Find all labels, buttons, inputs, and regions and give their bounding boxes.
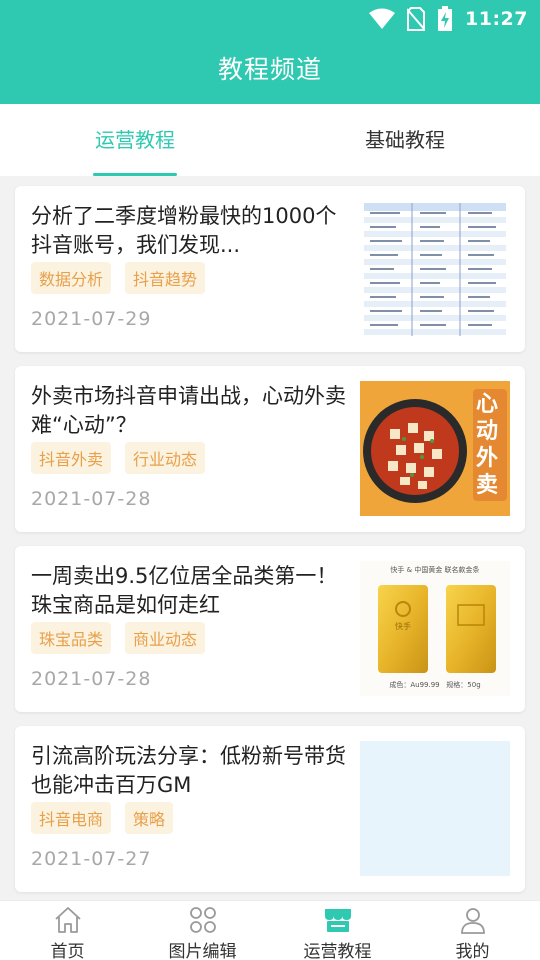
article-date: 2021-07-27 (31, 848, 152, 870)
tag-list: 数据分析 抖音趋势 (31, 262, 206, 294)
tab-operation-tutorial[interactable]: 运营教程 (0, 104, 270, 176)
article-thumbnail-food: 心动外卖 (360, 381, 510, 516)
article-card[interactable]: 引流高阶玩法分享：低粉新号带货也能冲击百万GM 抖音电商 策略 2021-07-… (15, 726, 525, 892)
article-date: 2021-07-28 (31, 668, 152, 690)
shop-icon (324, 909, 351, 932)
nav-image-edit[interactable]: 图片编辑 (135, 901, 270, 960)
nav-label: 我的 (455, 942, 490, 960)
tab-basic-tutorial[interactable]: 基础教程 (270, 104, 540, 176)
grid-icon (189, 907, 216, 933)
tag: 抖音电商 (31, 802, 112, 834)
user-icon (460, 908, 485, 934)
article-thumbnail-data-table (360, 201, 510, 336)
nav-operation-tutorial[interactable]: 运营教程 (270, 901, 405, 960)
tab-bar: 运营教程 基础教程 (0, 104, 540, 176)
article-title: 外卖市场抖音申请出战，心动外卖难“心动”？ (31, 384, 346, 437)
tag: 抖音外卖 (31, 442, 112, 474)
tag-list: 抖音电商 策略 (31, 802, 174, 834)
tag: 行业动态 (125, 442, 206, 474)
article-thumbnail-placeholder (360, 741, 510, 876)
tag: 商业动态 (125, 622, 206, 654)
nav-home[interactable]: 首页 (0, 901, 135, 960)
status-time: 11:27 (465, 8, 528, 30)
thumbnail-footer: 成色：Au99.99 规格：50g (389, 681, 481, 689)
article-card[interactable]: 外卖市场抖音申请出战，心动外卖难“心动”？ 抖音外卖 行业动态 2021-07-… (15, 366, 525, 532)
nav-label: 运营教程 (303, 942, 372, 960)
article-title: 一周卖出9.5亿位居全品类第一！珠宝商品是如何走红 (31, 564, 338, 617)
tag: 珠宝品类 (31, 622, 112, 654)
article-date: 2021-07-29 (31, 308, 152, 330)
tag-list: 珠宝品类 商业动态 (31, 622, 206, 654)
no-sim-icon (407, 7, 426, 31)
gold-bar-brand: 快手 (395, 622, 411, 631)
battery-charging-icon (438, 6, 453, 31)
nav-profile[interactable]: 我的 (405, 901, 540, 960)
page-title: 教程频道 (217, 55, 322, 84)
wifi-icon (369, 8, 396, 29)
status-bar: 11:27 (0, 0, 540, 36)
thumbnail-caption: 心动外卖 (475, 392, 498, 498)
status-icons: 11:27 (369, 6, 528, 32)
article-date: 2021-07-28 (31, 488, 152, 510)
article-thumbnail-gold-bars: 快手 & 中国黄金 联名款金条 快手 成色：Au99.99 规格：50g (360, 561, 510, 696)
app-header: 教程频道 (0, 36, 540, 104)
tag: 策略 (125, 802, 174, 834)
nav-label: 首页 (50, 942, 85, 960)
article-card[interactable]: 一周卖出9.5亿位居全品类第一！珠宝商品是如何走红 珠宝品类 商业动态 2021… (15, 546, 525, 712)
nav-label: 图片编辑 (168, 942, 237, 960)
home-icon (54, 907, 81, 933)
tag: 数据分析 (31, 262, 112, 294)
article-card[interactable]: 分析了二季度增粉最快的1000个抖音账号，我们发现... 数据分析 抖音趋势 2… (15, 186, 525, 352)
bottom-nav: 首页 图片编辑 运营教程 我的 (0, 900, 540, 960)
tag: 抖音趋势 (125, 262, 206, 294)
article-feed[interactable]: 分析了二季度增粉最快的1000个抖音账号，我们发现... 数据分析 抖音趋势 2… (0, 176, 540, 900)
article-title: 引流高阶玩法分享：低粉新号带货也能冲击百万GM (31, 744, 346, 797)
tag-list: 抖音外卖 行业动态 (31, 442, 206, 474)
article-title: 分析了二季度增粉最快的1000个抖音账号，我们发现... (31, 204, 337, 257)
